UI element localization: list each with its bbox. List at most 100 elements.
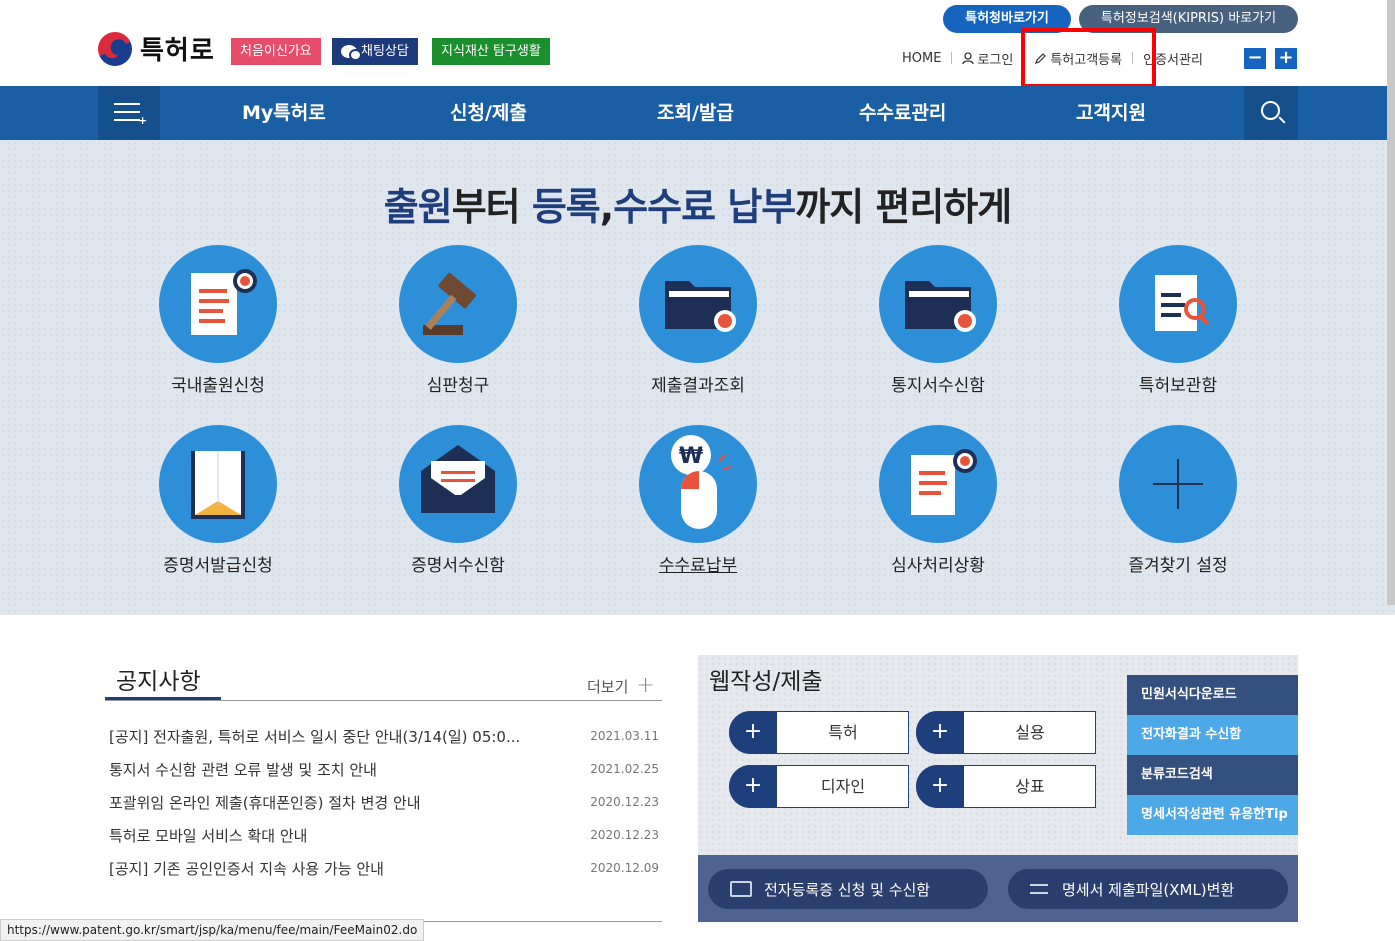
notice-item[interactable]: [공지] 전자출원, 특허로 서비스 일시 중단 안내(3/14(일) 05:0… xyxy=(109,725,659,747)
folder-result-icon xyxy=(639,245,757,363)
service-label: 제출결과조회 xyxy=(651,376,745,396)
gavel-icon xyxy=(399,245,517,363)
service-label: 즐겨찾기 설정 xyxy=(1128,556,1228,576)
notice-item[interactable]: 특허로 모바일 서비스 확대 안내 2020.12.23 xyxy=(109,824,659,846)
ip-life-button[interactable]: 지식재산 탐구생활 xyxy=(432,38,550,65)
button-label: 명세서 제출파일(XML)변환 xyxy=(1062,880,1235,899)
service-exam-status[interactable]: 심사처리상황 xyxy=(838,425,1038,576)
svg-text:₩: ₩ xyxy=(679,444,703,469)
notice-item[interactable]: 포괄위임 온라인 제출(휴대폰인증) 절차 변경 안내 2020.12.23 xyxy=(109,791,659,813)
web-patent-button[interactable]: + 특허 xyxy=(729,711,909,754)
hero-headline: 출원부터 등록,수수료 납부까지 편리하게 xyxy=(0,176,1395,231)
service-fee-payment[interactable]: ₩ 수수료납부 xyxy=(598,425,798,576)
notice-date: 2021.03.11 xyxy=(590,729,659,743)
headline-part: 수수료 납부 xyxy=(613,185,796,229)
notice-item[interactable]: 통지서 수신함 관련 오류 발생 및 조치 안내 2021.02.25 xyxy=(109,758,659,780)
notice-date: 2021.02.25 xyxy=(590,762,659,776)
notice-text: [공지] 전자출원, 특허로 서비스 일시 중단 안내(3/14(일) 05:0… xyxy=(109,727,521,746)
button-label: 특허 xyxy=(828,723,858,742)
spec-tips-link[interactable]: 명세서작성관련 유용한Tip xyxy=(1127,795,1298,835)
search-button[interactable] xyxy=(1244,86,1298,140)
button-label: 상표 xyxy=(1015,777,1045,796)
plus-icon xyxy=(1119,425,1237,543)
digitization-inbox-link[interactable]: 전자화결과 수신함 xyxy=(1127,715,1298,755)
notice-more-link[interactable]: 더보기 + xyxy=(587,675,655,697)
headline-part: 등록 xyxy=(531,185,601,229)
xml-convert-button[interactable]: 명세서 제출파일(XML)변환 xyxy=(1008,869,1288,909)
class-code-search-link[interactable]: 분류코드검색 xyxy=(1127,755,1298,795)
notice-text: 특허로 모바일 서비스 확대 안내 xyxy=(109,826,308,845)
headline-part: , xyxy=(599,185,614,229)
web-utility-button[interactable]: + 실용 xyxy=(916,711,1096,754)
e-registration-button[interactable]: 전자등록증 신청 및 수신함 xyxy=(708,869,988,909)
button-label: 전자등록증 신청 및 수신함 xyxy=(764,880,931,899)
folder-icon xyxy=(730,881,752,897)
plus-icon: + xyxy=(729,765,777,808)
service-label: 통지서수신함 xyxy=(891,376,985,396)
service-domestic-application[interactable]: 국내출원신청 xyxy=(118,245,318,396)
plus-icon: + xyxy=(916,765,964,808)
nav-inquiry-issue[interactable]: 조회/발급 xyxy=(657,86,734,140)
chat-icon xyxy=(341,45,362,61)
application-doc-icon xyxy=(159,245,277,363)
swap-icon xyxy=(1030,880,1050,898)
notice-text: 통지서 수신함 관련 오류 발생 및 조치 안내 xyxy=(109,760,377,779)
more-label: 더보기 xyxy=(587,677,629,696)
nav-my-patent[interactable]: My특허로 xyxy=(242,86,326,140)
plus-icon: + xyxy=(636,673,655,698)
web-submit-title: 웹작성/제출 xyxy=(709,669,823,695)
button-label: 디자인 xyxy=(820,777,866,796)
service-label: 심사처리상황 xyxy=(891,556,985,576)
service-notice-inbox[interactable]: 통지서수신함 xyxy=(838,245,1038,396)
plus-icon: + xyxy=(916,711,964,754)
button-label: 실용 xyxy=(1015,723,1045,742)
service-patent-storage[interactable]: 특허보관함 xyxy=(1078,245,1278,396)
mail-icon xyxy=(399,425,517,543)
all-menu-button[interactable]: + xyxy=(98,86,160,140)
logo[interactable]: 특허로 xyxy=(92,25,215,72)
service-label: 증명서수신함 xyxy=(411,556,505,576)
service-label: 수수료납부 xyxy=(658,556,738,576)
headline-part: 까지 편리하게 xyxy=(795,185,1012,229)
home-link[interactable]: HOME xyxy=(902,51,941,66)
service-trial-request[interactable]: 심판청구 xyxy=(358,245,558,396)
nav-apply-submit[interactable]: 신청/제출 xyxy=(450,86,527,140)
nav-customer-support[interactable]: 고객지원 xyxy=(1076,86,1146,140)
notice-text: [공지] 기존 공인인증서 지속 사용 가능 안내 xyxy=(109,859,384,878)
service-cert-inbox[interactable]: 증명서수신함 xyxy=(358,425,558,576)
notice-date: 2020.12.09 xyxy=(590,861,659,875)
service-submission-result[interactable]: 제출결과조회 xyxy=(598,245,798,396)
status-url-bar: https://www.patent.go.kr/smart/jsp/ka/me… xyxy=(0,919,425,941)
main-nav: + My특허로 신청/제출 조회/발급 수수료관리 고객지원 xyxy=(0,86,1395,140)
service-label: 증명서발급신청 xyxy=(163,556,273,576)
doc-badge-icon xyxy=(879,425,997,543)
doc-search-icon xyxy=(1119,245,1237,363)
scrollbar[interactable] xyxy=(1387,0,1395,605)
zoom-out-button[interactable]: − xyxy=(1244,48,1266,69)
form-download-link[interactable]: 민원서식다운로드 xyxy=(1127,675,1298,715)
notice-title: 공지사항 xyxy=(116,669,201,695)
site-header: 특허로 처음이신가요 채팅상담 지식재산 탐구생활 특허청바로가기 특허정보검색… xyxy=(0,0,1395,88)
service-favorites-setting[interactable]: 즐겨찾기 설정 xyxy=(1078,425,1278,576)
nav-fee-manage[interactable]: 수수료관리 xyxy=(859,86,946,140)
notice-item[interactable]: [공지] 기존 공인인증서 지속 사용 가능 안내 2020.12.09 xyxy=(109,857,659,879)
notice-date: 2020.12.23 xyxy=(590,828,659,842)
divider xyxy=(951,52,953,64)
first-visit-button[interactable]: 처음이신가요 xyxy=(231,38,321,65)
logo-text: 특허로 xyxy=(140,36,215,66)
chat-consult-label: 채팅상담 xyxy=(361,44,409,59)
plus-small-icon: + xyxy=(138,114,148,127)
web-design-button[interactable]: + 디자인 xyxy=(729,765,909,808)
service-cert-issue[interactable]: 증명서발급신청 xyxy=(118,425,318,576)
divider xyxy=(105,700,662,701)
notice-date: 2020.12.23 xyxy=(590,795,659,809)
login-link[interactable]: 로그인 xyxy=(962,49,1013,68)
won-mouse-icon: ₩ xyxy=(639,425,757,543)
web-trademark-button[interactable]: + 상표 xyxy=(916,765,1096,808)
login-label: 로그인 xyxy=(977,52,1014,68)
zoom-in-button[interactable]: + xyxy=(1275,48,1297,69)
taegeuk-logo-icon xyxy=(92,25,138,72)
notice-text: 포괄위임 온라인 제출(휴대폰인증) 절차 변경 안내 xyxy=(109,793,421,812)
chat-consult-button[interactable]: 채팅상담 xyxy=(332,38,418,65)
plus-icon: + xyxy=(729,711,777,754)
